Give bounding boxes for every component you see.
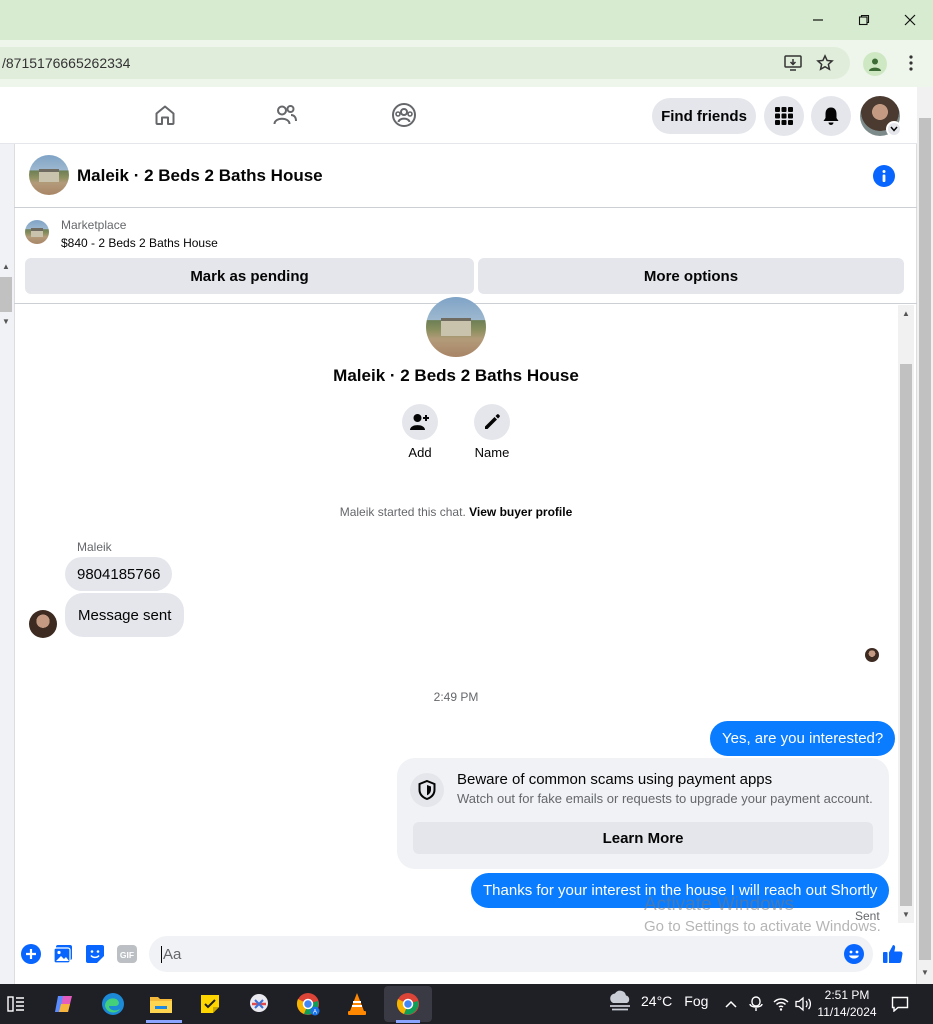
volume-icon[interactable]	[795, 995, 813, 1013]
chat-title[interactable]: Maleik · 2 Beds 2 Baths House	[77, 166, 323, 186]
restore-icon[interactable]	[841, 0, 887, 40]
gif-icon[interactable]: GIF	[116, 943, 138, 965]
browser-menu-icon[interactable]	[900, 52, 922, 74]
groups-icon[interactable]	[389, 100, 419, 130]
marketplace-listing-thumbnail[interactable]	[25, 220, 49, 244]
page-scroll-down-icon[interactable]: ▼	[919, 968, 931, 977]
learn-more-button[interactable]: Learn More	[413, 822, 873, 854]
active-app-indicator	[396, 1020, 420, 1023]
scroll-up-icon[interactable]: ▲	[900, 309, 912, 318]
scroll-down-icon[interactable]: ▼	[900, 910, 912, 919]
read-receipt-avatar	[865, 648, 879, 662]
task-view-icon[interactable]	[0, 988, 32, 1020]
vlc-player-icon[interactable]	[341, 988, 373, 1020]
message-text: Message sent	[78, 606, 172, 624]
started-text: Maleik started this chat.	[339, 505, 466, 519]
chat-scroll-thumb[interactable]	[900, 364, 912, 906]
close-window-icon[interactable]	[887, 0, 933, 40]
view-buyer-profile-link[interactable]: View buyer profile	[469, 505, 572, 519]
thumbs-up-icon[interactable]	[882, 943, 904, 965]
edge-browser-icon[interactable]	[97, 988, 129, 1020]
account-chevron-down-icon[interactable]	[886, 121, 902, 137]
message-text: Yes, are you interested?	[722, 730, 884, 747]
scam-warning-title: Beware of common scams using payment app…	[457, 771, 773, 788]
windows-taskbar	[0, 984, 933, 1024]
svg-text:A: A	[313, 1010, 317, 1016]
minimize-icon[interactable]	[795, 0, 841, 40]
more-options-button[interactable]: More options	[478, 258, 904, 294]
menu-grid-icon[interactable]	[764, 96, 804, 136]
listing-thumbnail[interactable]	[29, 155, 69, 195]
left-scroll-up-icon[interactable]: ▲	[0, 262, 12, 274]
copilot-icon[interactable]	[48, 988, 80, 1020]
weather-widget[interactable]: 24°C Fog	[607, 990, 708, 1012]
text-cursor	[161, 945, 162, 963]
left-scroll-down-icon[interactable]: ▼	[0, 317, 12, 329]
incoming-message[interactable]: 9804185766	[65, 557, 173, 591]
file-explorer-icon[interactable]	[145, 988, 177, 1020]
sender-name: Maleik	[77, 540, 112, 554]
weather-condition: Fog	[684, 993, 709, 1009]
notification-center-icon[interactable]	[891, 995, 909, 1013]
listing-price-title[interactable]: $840 - 2 Beds 2 Baths House	[61, 236, 218, 250]
pencil-icon[interactable]	[474, 404, 510, 440]
clock-date: 11/14/2024	[817, 1005, 877, 1019]
install-app-icon[interactable]	[782, 52, 804, 74]
weather-temperature: 24°C	[641, 993, 673, 1009]
add-label: Add	[408, 445, 432, 460]
url-text: /8715176665262334	[2, 55, 131, 71]
snipping-tool-icon[interactable]	[243, 988, 275, 1020]
clock-time: 2:51 PM	[824, 988, 870, 1002]
browser-titlebar	[0, 0, 933, 40]
page-scroll-thumb[interactable]	[919, 118, 931, 960]
incoming-message[interactable]: Message sent	[65, 593, 185, 637]
chrome-profile-icon[interactable]: A	[292, 988, 324, 1020]
photo-icon[interactable]	[52, 943, 74, 965]
message-text: 9804185766	[77, 565, 161, 583]
shield-icon	[410, 773, 444, 807]
left-scroll-thumb[interactable]	[0, 277, 12, 312]
chrome-browser-icon[interactable]	[392, 988, 424, 1020]
sender-avatar[interactable]	[29, 610, 57, 638]
message-input-placeholder: Aa	[163, 945, 182, 963]
message-input[interactable]: Aa	[149, 936, 873, 972]
show-hidden-icons-chevron-up-icon[interactable]	[722, 995, 740, 1013]
mark-as-pending-button[interactable]: Mark as pending	[25, 258, 474, 294]
sent-status: Sent	[855, 909, 880, 923]
system-clock[interactable]: 2:51 PM 11/14/2024	[812, 987, 882, 1021]
outgoing-message[interactable]: Yes, are you interested?	[710, 721, 896, 756]
info-icon[interactable]	[873, 165, 895, 187]
conversation-title: Maleik · 2 Beds 2 Baths House	[333, 366, 579, 385]
find-friends-button[interactable]: Find friends	[652, 98, 756, 134]
add-person-icon[interactable]	[402, 404, 438, 440]
name-label: Name	[474, 445, 510, 460]
meet-now-icon[interactable]	[747, 995, 765, 1013]
friends-icon[interactable]	[270, 100, 300, 130]
plus-circle-icon[interactable]	[20, 943, 42, 965]
activate-windows-hint: Go to Settings to activate Windows.	[644, 918, 881, 935]
url-field[interactable]: /8715176665262334	[0, 47, 850, 79]
message-timestamp: 2:49 PM	[433, 690, 479, 704]
chat-started-notice: Maleik started this chat. View buyer pro…	[14, 505, 898, 519]
notifications-bell-icon[interactable]	[811, 96, 851, 136]
scam-warning-description: Watch out for fake emails or requests to…	[457, 791, 873, 806]
fog-cloud-icon	[610, 990, 630, 1011]
conversation-listing-photo	[426, 297, 486, 357]
svg-text:GIF: GIF	[120, 950, 134, 960]
bookmark-star-icon[interactable]	[814, 52, 836, 74]
sticker-icon[interactable]	[84, 943, 106, 965]
wifi-icon[interactable]	[772, 995, 790, 1013]
emoji-icon[interactable]	[843, 943, 865, 965]
profile-icon[interactable]	[863, 52, 887, 76]
activate-windows-watermark: Activate Windows	[644, 894, 794, 915]
sticky-notes-icon[interactable]	[194, 988, 226, 1020]
active-app-indicator	[146, 1020, 182, 1023]
marketplace-label: Marketplace	[61, 218, 127, 232]
home-icon[interactable]	[150, 100, 180, 130]
